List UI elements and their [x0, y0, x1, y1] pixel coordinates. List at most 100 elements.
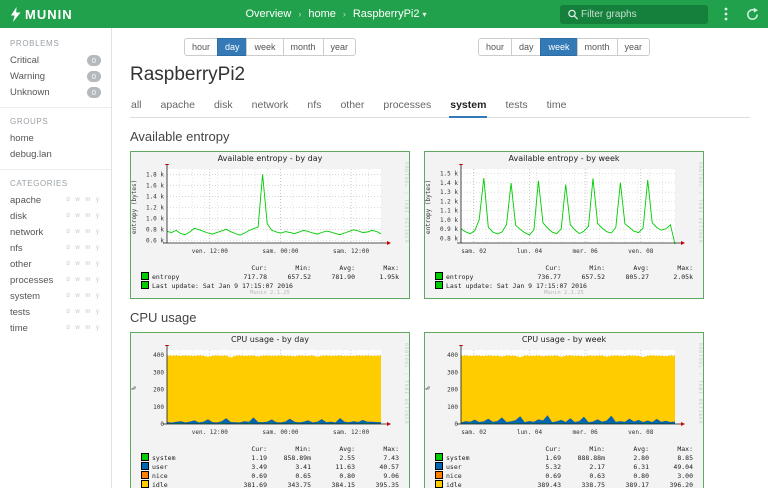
sidebar-item-apache[interactable]: apache d w m y [10, 192, 101, 208]
sidebar-item-other[interactable]: other d w m y [10, 256, 101, 272]
sidebar-item-network[interactable]: network d w m y [10, 224, 101, 240]
range-button-year[interactable]: year [322, 38, 357, 56]
tab-processes[interactable]: processes [382, 96, 432, 117]
range-button-month[interactable]: month [576, 38, 618, 56]
sidebar-item-Unknown[interactable]: Unknown 0 [10, 84, 101, 100]
sidebar-item-label: disk [10, 210, 27, 222]
range-button-week[interactable]: week [246, 38, 284, 56]
svg-text:1.5 k: 1.5 k [440, 171, 458, 178]
legend-value: 384.15 [331, 480, 355, 488]
svg-text:ven. 08: ven. 08 [628, 429, 654, 436]
tab-disk[interactable]: disk [213, 96, 234, 117]
breadcrumb-item-home[interactable]: home [308, 8, 336, 20]
graph-cpu-day[interactable]: CPU usage - by day% RRDTOOL / TOBI OETIKE… [130, 332, 410, 488]
tab-time[interactable]: time [546, 96, 568, 117]
svg-text:ven. 08: ven. 08 [628, 248, 654, 255]
kebab-menu-icon[interactable] [716, 4, 736, 24]
legend-value: 3.49 [251, 462, 267, 471]
tab-apache[interactable]: apache [160, 96, 196, 117]
legend-value: 1.69 [545, 453, 561, 462]
legend-value: 389.17 [625, 480, 649, 488]
sidebar-item-label: home [10, 132, 34, 144]
sidebar-item-processes[interactable]: processes d w m y [10, 272, 101, 288]
last-update-row: Last update: Sat Jan 9 17:15:07 2016 [433, 281, 695, 290]
legend-swatch [435, 480, 443, 488]
legend-value: 0.69 [251, 471, 267, 480]
sidebar-section-title: CATEGORIES [10, 179, 68, 188]
quick-range-links[interactable]: d w m y [66, 309, 101, 315]
tab-system[interactable]: system [449, 96, 488, 118]
range-button-week[interactable]: week [540, 38, 578, 56]
breadcrumb-item-overview[interactable]: Overview [245, 8, 291, 20]
legend-column-header: Max: [383, 264, 399, 272]
search-box[interactable] [560, 4, 708, 24]
quick-range-links[interactable]: d w m y [66, 213, 101, 219]
tab-other[interactable]: other [339, 96, 365, 117]
breadcrumb-separator: › [298, 9, 302, 19]
tab-tests[interactable]: tests [504, 96, 528, 117]
quick-range-links[interactable]: d w m y [66, 229, 101, 235]
sidebar-item-disk[interactable]: disk d w m y [10, 208, 101, 224]
tab-network[interactable]: network [251, 96, 290, 117]
quick-range-links[interactable]: d w m y [66, 245, 101, 251]
top-bar: MUNIN Overview › home › RaspberryPi2 ▾ [0, 0, 768, 28]
legend-header-spacer [139, 445, 225, 453]
range-button-hour[interactable]: hour [477, 38, 512, 56]
filter-graphs-input[interactable] [579, 7, 701, 21]
sidebar-item-label: Critical [10, 54, 40, 66]
legend-column-header: Max: [677, 264, 693, 272]
legend-value: 7.43 [383, 453, 399, 462]
graph-legend: Cur: Min: Avg: Max: system 1.19 858.89m 2.55 7.4… [139, 445, 401, 488]
range-button-month[interactable]: month [282, 38, 324, 56]
quick-range-links[interactable]: d w m y [66, 277, 101, 283]
range-button-year[interactable]: year [616, 38, 651, 56]
legend-row-user: user 5.32 2.17 6.31 49.04 [433, 462, 695, 471]
range-button-group: hour day week month year [477, 38, 651, 56]
svg-text:1.0 k: 1.0 k [146, 215, 164, 222]
graph-entropy-day[interactable]: Available entropy - by day entropy (bytes… [130, 151, 410, 299]
quick-range-links[interactable]: d w m y [66, 293, 101, 299]
sidebar-item-nfs[interactable]: nfs d w m y [10, 240, 101, 256]
munin-version-watermark: Munin 2.1.25 [250, 290, 290, 296]
range-button-hour[interactable]: hour [183, 38, 218, 56]
sidebar-item-time[interactable]: time d w m y [10, 320, 101, 336]
range-button-group: hour day week month year [183, 38, 357, 56]
legend-column-header: Cur: [251, 264, 267, 272]
sidebar-item-debug-lan[interactable]: debug.lan [10, 146, 101, 162]
graph-cpu-week[interactable]: CPU usage - by week% RRDTOOL / TOBI OETIK… [424, 332, 704, 488]
graph-legend: Cur: Min: Avg: Max: system 1.69 888.88m 2.80 8.8… [433, 445, 695, 488]
plot-area: sam. 02 lun. 04 mer. 06 ven. 08 0.8 k 0.9 k 1.… [440, 164, 685, 255]
rrdtool-credit: RRDTOOL / TOBI OETIKER [403, 162, 408, 244]
app-logo[interactable]: MUNIN [0, 6, 112, 22]
sidebar-item-system[interactable]: system d w m y [10, 288, 101, 304]
legend-value: 381.69 [243, 480, 267, 488]
sidebar-item-label: network [10, 226, 44, 238]
sidebar-item-tests[interactable]: tests d w m y [10, 304, 101, 320]
legend-value: 338.75 [581, 480, 605, 488]
rrdtool-credit: RRDTOOL / TOBI OETIKER [403, 343, 408, 425]
graph-title: Available entropy - by week [508, 154, 620, 163]
range-button-day[interactable]: day [216, 38, 248, 56]
tab-all[interactable]: all [130, 96, 143, 117]
legend-value: 6.31 [633, 462, 649, 471]
quick-range-links[interactable]: d w m y [66, 197, 101, 203]
quick-range-links[interactable]: d w m y [66, 325, 101, 331]
sidebar-item-Warning[interactable]: Warning 0 [10, 68, 101, 84]
sidebar-item-home[interactable]: home [10, 130, 101, 146]
breadcrumb-item-raspberrypi2[interactable]: RaspberryPi2 ▾ [353, 8, 427, 20]
quick-range-links[interactable]: d w m y [66, 261, 101, 267]
sidebar-item-Critical[interactable]: Critical 0 [10, 52, 101, 68]
svg-text:100: 100 [153, 404, 164, 411]
legend-value: 11.63 [335, 462, 355, 471]
range-button-day[interactable]: day [510, 38, 542, 56]
legend-column-header: Max: [677, 445, 693, 453]
svg-text:300: 300 [153, 369, 164, 376]
tab-nfs[interactable]: nfs [306, 96, 322, 117]
svg-text:0.8 k: 0.8 k [440, 235, 458, 242]
sidebar-section-title: GROUPS [10, 117, 49, 126]
refresh-icon[interactable] [742, 4, 762, 24]
graph-entropy-week[interactable]: Available entropy - by week entropy (byte… [424, 151, 704, 299]
svg-text:lun. 04: lun. 04 [517, 429, 543, 436]
lightning-icon [11, 6, 21, 22]
legend-column-header: Min: [589, 264, 605, 272]
